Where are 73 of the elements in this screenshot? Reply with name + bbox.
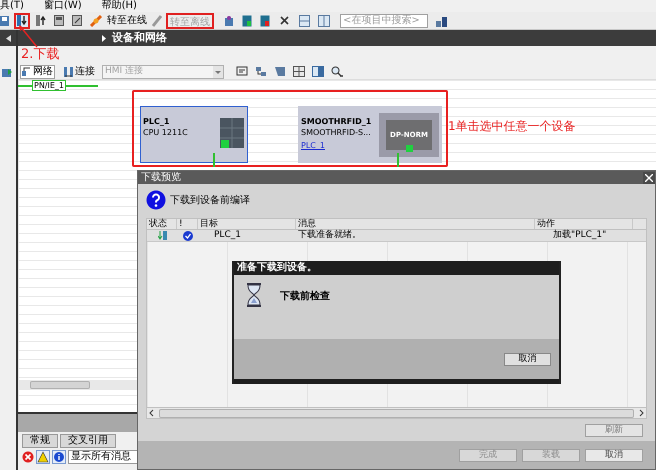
column-header: 消息 <box>296 219 535 229</box>
save-icon[interactable] <box>0 14 10 26</box>
progress-message: 下载前检查 <box>280 290 330 304</box>
network-icon <box>22 67 31 76</box>
split-horizontal-icon[interactable] <box>299 14 310 26</box>
device-name: PLC_1 <box>143 117 170 127</box>
cancel-button[interactable]: 取消 <box>504 352 551 366</box>
dialog-button[interactable]: 取消 <box>585 448 643 462</box>
network-icon[interactable] <box>224 14 234 26</box>
connection-line <box>397 153 399 167</box>
upload-icon[interactable] <box>36 15 46 26</box>
table-cell-text: PLC_1 <box>213 228 242 242</box>
controller-link[interactable]: PLC_1 <box>301 141 372 151</box>
download-status-icon <box>158 231 166 240</box>
column-header: 动作 <box>535 219 633 229</box>
device-type: SMOOTHRFID-S... <box>301 128 372 138</box>
annotation-arrow <box>19 25 38 48</box>
device-icon[interactable] <box>72 15 82 26</box>
download-button[interactable] <box>14 12 30 28</box>
connection-icon <box>64 66 73 76</box>
hourglass-icon <box>246 283 262 307</box>
menu-item[interactable]: 具(T) <box>0 0 24 12</box>
collapse-panel-button[interactable] <box>0 30 16 46</box>
connections-button[interactable]: 连接 <box>63 64 96 78</box>
table-cell-text: 下载准备就绪。 <box>297 228 362 242</box>
close-button[interactable] <box>643 172 655 184</box>
search-options-icon[interactable] <box>436 14 447 26</box>
start-cpu-icon[interactable] <box>242 14 252 26</box>
inspector-tab[interactable]: 交叉引用 <box>60 434 116 448</box>
breadcrumb-title: 设备和网络 <box>112 30 167 46</box>
column-header: 状态 <box>147 219 177 229</box>
panel-toggle-icon[interactable] <box>312 66 324 77</box>
search-field[interactable]: <在项目中搜索> <box>340 14 428 28</box>
info-filter-icon[interactable] <box>52 450 66 464</box>
scroll-thumb[interactable] <box>159 408 634 418</box>
check-icon <box>182 230 192 240</box>
connection-line <box>213 153 215 167</box>
annotation-label: 2.下载 <box>21 46 60 64</box>
plug-icon[interactable] <box>90 14 102 26</box>
error-filter-icon[interactable] <box>22 451 34 463</box>
warning-filter-icon[interactable] <box>36 450 50 464</box>
refresh-button[interactable]: 刷新 <box>585 424 643 436</box>
menu-item[interactable]: 帮助(H) <box>102 0 137 12</box>
scrollbar[interactable] <box>147 407 646 418</box>
go-online-button[interactable]: 转至在线 <box>106 13 148 28</box>
grid-icon[interactable] <box>293 66 305 77</box>
dialog-title: 下载预览 <box>141 172 181 184</box>
dialog-title: 准备下载到设备。 <box>234 261 559 275</box>
port-icon <box>406 145 412 152</box>
device-name: SMOOTHRFID_1 <box>301 117 372 127</box>
topology-icon[interactable] <box>255 66 267 77</box>
network-view-button[interactable]: 网络 <box>20 64 55 78</box>
column-header: 目标 <box>198 219 296 229</box>
device-card[interactable]: PLC_1 CPU 1211C <box>140 106 248 163</box>
collapse-arrow-icon[interactable] <box>6 34 10 42</box>
device-type: CPU 1211C <box>143 128 188 138</box>
stop-cpu-icon[interactable] <box>260 14 270 26</box>
dropdown-caret-icon[interactable] <box>213 66 223 78</box>
scrollbar[interactable] <box>18 380 137 390</box>
table-cell-text: 加载"PLC_1" <box>552 228 608 242</box>
device-icon[interactable] <box>54 15 64 26</box>
dialog-prompt: 下载到设备前编译 <box>170 194 250 208</box>
annotation-label: 1单击选中任意一个设备 <box>448 118 576 135</box>
split-vertical-icon[interactable] <box>318 14 330 26</box>
close-icon[interactable] <box>280 16 289 25</box>
rename-icon[interactable] <box>236 66 248 77</box>
subnet-label: PN/IE_1 <box>32 80 66 91</box>
inspector-tab[interactable]: 常规 <box>22 434 58 448</box>
column-header: ! <box>177 219 198 229</box>
zoom-icon[interactable] <box>331 66 343 77</box>
scroll-thumb[interactable] <box>30 381 90 389</box>
breadcrumb-arrow-icon <box>102 34 106 42</box>
question-icon <box>146 190 166 210</box>
